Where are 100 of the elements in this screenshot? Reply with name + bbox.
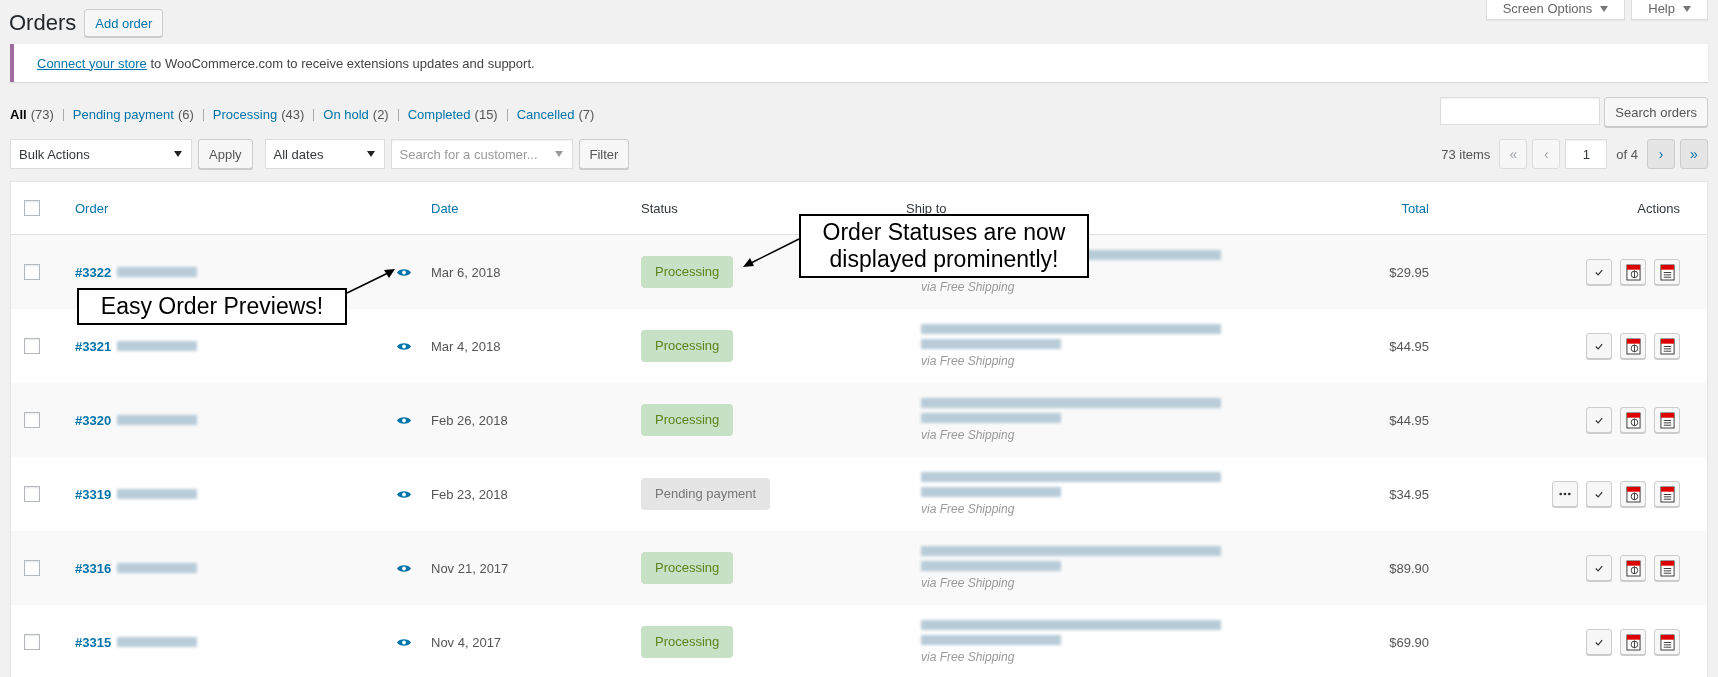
bulk-actions-select[interactable]: Bulk Actions	[10, 139, 192, 169]
pdf-document-icon	[1625, 411, 1641, 429]
filter-count: (2)	[372, 107, 389, 122]
filter-count: (15)	[474, 107, 498, 122]
search-field[interactable]	[1440, 97, 1601, 125]
order-total: $29.95	[1389, 264, 1429, 280]
preview-eye-icon[interactable]	[397, 342, 411, 351]
column-header[interactable]: Order	[75, 200, 109, 216]
pdf-document-icon	[1625, 485, 1641, 503]
caret-icon	[366, 151, 375, 157]
packing-slip-button[interactable]	[1654, 333, 1680, 359]
check-icon	[1595, 342, 1603, 350]
row-checkbox[interactable]	[24, 560, 40, 576]
dots-icon	[1559, 492, 1571, 496]
order-total: $44.95	[1389, 412, 1429, 428]
packing-slip-button[interactable]	[1654, 481, 1680, 507]
shipping-method: via Free Shipping	[921, 502, 1015, 516]
preview-eye-icon[interactable]	[397, 490, 411, 499]
callout-box: Order Statuses are now displayed prominently!	[799, 214, 1089, 278]
invoice-button[interactable]	[1620, 555, 1646, 581]
row-checkbox[interactable]	[24, 264, 40, 280]
status-badge: Processing	[641, 626, 734, 658]
column-header: Actions	[1637, 200, 1680, 216]
connect-store-link[interactable]: Connect your store	[37, 55, 147, 71]
page-total: of 4	[1616, 146, 1638, 162]
add-order-button[interactable]: Add order	[84, 9, 164, 37]
customer-search-field[interactable]: Search for a customer...	[390, 139, 573, 169]
order-link[interactable]: #3322	[75, 264, 112, 280]
shipping-method: via Free Shipping	[921, 428, 1015, 442]
order-date: Nov 4, 2017	[431, 634, 502, 650]
pdf-document-icon	[1625, 263, 1641, 281]
order-total: $89.90	[1389, 560, 1429, 576]
order-link[interactable]: #3320	[75, 412, 112, 428]
order-link[interactable]: #3316	[75, 560, 112, 576]
check-icon	[1595, 416, 1603, 424]
row-checkbox[interactable]	[24, 634, 40, 650]
preview-eye-icon[interactable]	[397, 416, 411, 425]
search-orders-button[interactable]: Search orders	[1604, 97, 1708, 127]
order-total: $34.95	[1389, 486, 1429, 502]
status-badge: Processing	[641, 256, 734, 288]
processing-button[interactable]	[1552, 481, 1578, 507]
invoice-button[interactable]	[1620, 407, 1646, 433]
order-link[interactable]: #3315	[75, 634, 112, 650]
row-checkbox[interactable]	[24, 486, 40, 502]
page-nav-button[interactable]: ›	[1647, 139, 1675, 169]
page-nav-button[interactable]: »	[1680, 139, 1708, 169]
filter-link[interactable]: On hold	[323, 107, 369, 122]
caret-icon	[1683, 5, 1691, 12]
screen-tab[interactable]: Help	[1631, 0, 1708, 20]
dates-select[interactable]: All dates	[264, 139, 385, 169]
filter-link[interactable]: All	[10, 107, 27, 122]
preview-eye-icon[interactable]	[397, 268, 411, 277]
invoice-button[interactable]	[1620, 481, 1646, 507]
pdf-document-icon	[1659, 263, 1675, 281]
column-header[interactable]: Total	[1401, 200, 1429, 216]
check-icon	[1595, 564, 1603, 572]
filter-link[interactable]: Completed	[407, 107, 471, 122]
status-badge: Processing	[641, 330, 734, 362]
filter-count: (73)	[30, 107, 54, 122]
filter-count: (43)	[281, 107, 305, 122]
preview-eye-icon[interactable]	[397, 564, 411, 573]
notice-text: Connect your store to WooCommerce.com to receive extensions updates and support.	[37, 55, 535, 71]
check-icon	[1595, 490, 1603, 498]
packing-slip-button[interactable]	[1654, 407, 1680, 433]
order-link[interactable]: #3319	[75, 486, 112, 502]
order-link[interactable]: #3321	[75, 338, 112, 354]
screen-tab[interactable]: Screen Options	[1485, 0, 1626, 20]
row-checkbox[interactable]	[24, 338, 40, 354]
preview-eye-icon[interactable]	[397, 638, 411, 647]
invoice-button[interactable]	[1620, 333, 1646, 359]
filter-link[interactable]: Cancelled	[516, 107, 575, 122]
row-checkbox[interactable]	[24, 412, 40, 428]
filter-link[interactable]: Pending payment	[72, 107, 174, 122]
apply-button[interactable]: Apply	[198, 139, 253, 169]
pdf-document-icon	[1625, 559, 1641, 577]
column-header: Ship to	[906, 200, 947, 216]
pdf-document-icon	[1625, 633, 1641, 651]
packing-slip-button[interactable]	[1654, 259, 1680, 285]
status-badge: Processing	[641, 552, 734, 584]
callout-box: Easy Order Previews!	[77, 288, 347, 325]
shipping-method: via Free Shipping	[921, 576, 1015, 590]
filter-button[interactable]: Filter	[578, 139, 630, 169]
filter-link[interactable]: Processing	[212, 107, 278, 122]
status-badge: Processing	[641, 404, 734, 436]
page-input[interactable]: 1	[1565, 139, 1608, 169]
order-date: Feb 23, 2018	[431, 486, 508, 502]
caret-icon	[174, 151, 182, 157]
pdf-document-icon	[1625, 337, 1641, 355]
invoice-button[interactable]	[1620, 259, 1646, 285]
column-header[interactable]: Date	[431, 200, 459, 216]
pdf-document-icon	[1659, 633, 1675, 651]
select-all-checkbox[interactable]	[24, 200, 40, 216]
shipping-method: via Free Shipping	[921, 354, 1015, 368]
items-count: 73 items	[1441, 146, 1491, 162]
order-date: Nov 21, 2017	[431, 560, 509, 576]
packing-slip-button[interactable]	[1654, 555, 1680, 581]
pdf-document-icon	[1659, 485, 1675, 503]
invoice-button[interactable]	[1620, 629, 1646, 655]
column-header: Status	[641, 200, 678, 216]
packing-slip-button[interactable]	[1654, 629, 1680, 655]
